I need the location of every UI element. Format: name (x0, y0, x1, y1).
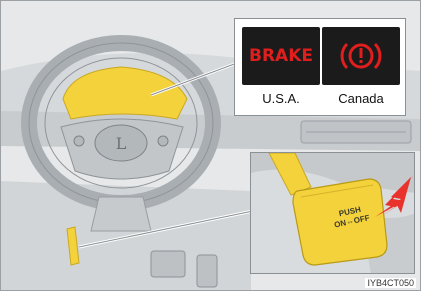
illustration-figure: L BRAKE U.S.A. Canada PUSH ON⇔OFF IYB4CT… (0, 0, 421, 291)
usa-label: U.S.A. (262, 91, 300, 106)
figure-code: IYB4CT050 (365, 278, 416, 288)
brake-warning-icon (340, 42, 382, 70)
parking-brake-switch-inset: PUSH ON⇔OFF (250, 152, 415, 274)
svg-text:L: L (116, 134, 127, 153)
brake-indicator-usa: BRAKE (242, 27, 320, 85)
brake-indicator-text: BRAKE (249, 46, 313, 66)
canada-label: Canada (338, 91, 384, 106)
warning-indicator-inset: BRAKE U.S.A. Canada (234, 18, 406, 116)
brake-indicator-canada (322, 27, 400, 85)
